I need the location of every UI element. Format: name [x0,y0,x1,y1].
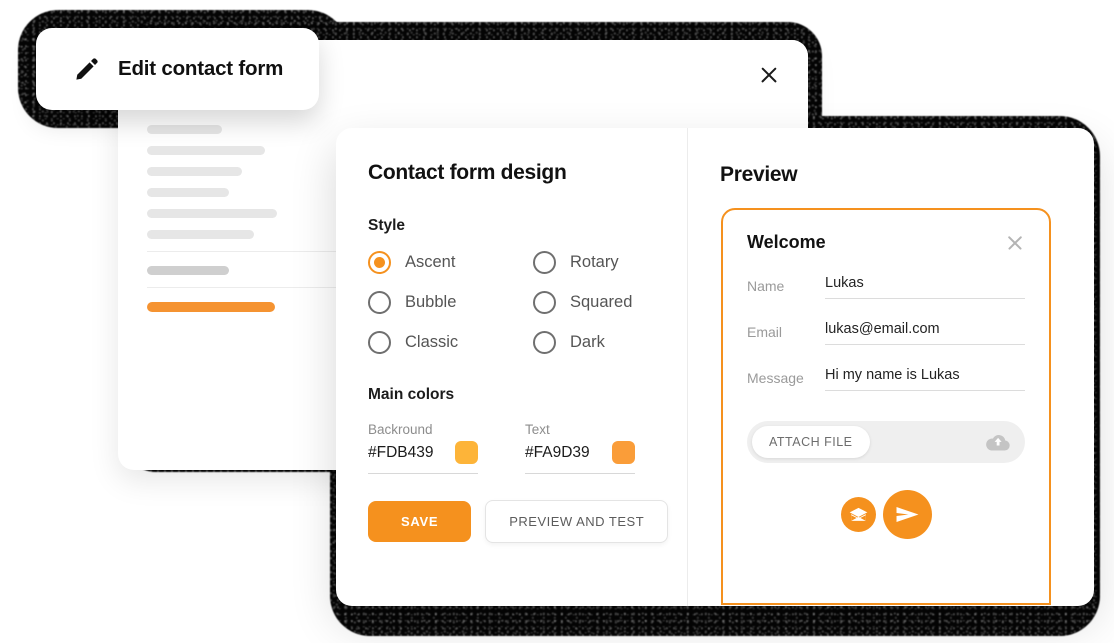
field-label: Message [747,370,804,386]
name-input[interactable]: Lukas [825,275,1025,299]
color-fields: Backround #FDB439 Text #FA9D39 [368,422,687,474]
action-buttons: SAVE PREVIEW AND TEST [368,500,669,543]
widget-field-name: Name Lukas [747,275,1025,299]
dialog-title-pill: Edit contact form [36,28,319,110]
color-label: Text [525,422,550,437]
style-option-bubble[interactable]: Bubble [368,291,533,314]
envelope-button[interactable] [840,497,876,532]
screenshot-stage: Edit contact form Contact form design St… [0,0,1114,643]
envelope-icon [849,507,867,521]
send-icon [896,507,918,522]
preview-heading: Preview [720,163,798,186]
style-option-squared[interactable]: Squared [533,291,687,314]
style-option-label: Dark [570,333,605,351]
field-label: Name [747,278,785,294]
message-input[interactable]: Hi my name is Lukas [825,367,1025,391]
radio-icon [368,331,391,354]
style-radio-group: Ascent Rotary Bubble Squared Classic Dar… [368,251,687,354]
radio-icon [533,291,556,314]
color-field-text: Text #FA9D39 [525,422,635,474]
close-icon[interactable] [1005,233,1025,253]
design-panel: Contact form design Style Ascent Rotary … [336,128,687,606]
style-option-label: Ascent [405,253,456,271]
main-colors-label: Main colors [368,386,455,403]
save-button[interactable]: SAVE [368,501,472,542]
radio-selected-icon [368,251,391,274]
close-icon[interactable] [756,62,782,88]
skeleton-list [147,125,337,324]
send-button[interactable] [882,490,932,539]
style-label: Style [368,217,406,234]
attach-file-button[interactable]: ATTACH FILE [752,426,870,458]
main-dialog: Contact form design Style Ascent Rotary … [336,128,1094,606]
skeleton-accent-bar [147,302,275,312]
attach-file-bar: ATTACH FILE [747,421,1025,463]
email-input[interactable]: lukas@email.com [825,321,1025,345]
radio-icon [533,331,556,354]
color-label: Backround [368,422,433,437]
skeleton-divider [147,251,337,252]
skeleton-divider [147,287,337,288]
color-swatch[interactable] [455,441,478,464]
design-heading: Contact form design [368,161,567,184]
style-option-label: Rotary [570,253,619,271]
style-option-rotary[interactable]: Rotary [533,251,687,274]
widget-title: Welcome [747,232,826,252]
style-option-label: Squared [570,293,633,311]
style-option-label: Classic [405,333,459,351]
widget-actions [747,490,1025,539]
widget-field-message: Message Hi my name is Lukas [747,367,1025,391]
color-field-background: Backround #FDB439 [368,422,478,474]
radio-icon [533,251,556,274]
widget-field-email: Email lukas@email.com [747,321,1025,345]
style-option-ascent[interactable]: Ascent [368,251,533,274]
style-option-label: Bubble [405,293,457,311]
field-label: Email [747,324,783,340]
color-swatch[interactable] [612,441,635,464]
page-title: Edit contact form [118,57,284,80]
radio-icon [368,291,391,314]
style-option-classic[interactable]: Classic [368,331,533,354]
preview-panel: Preview Welcome Name Lukas Email lukas@e… [688,128,1094,606]
style-option-dark[interactable]: Dark [533,331,687,354]
pencil-icon [76,58,98,80]
contact-form-widget: Welcome Name Lukas Email lukas@email.com… [721,208,1051,605]
color-value[interactable]: #FA9D39 [525,444,590,462]
color-value[interactable]: #FDB439 [368,444,433,462]
cloud-upload-icon[interactable] [985,432,1011,452]
preview-and-test-button[interactable]: PREVIEW AND TEST [485,500,669,543]
